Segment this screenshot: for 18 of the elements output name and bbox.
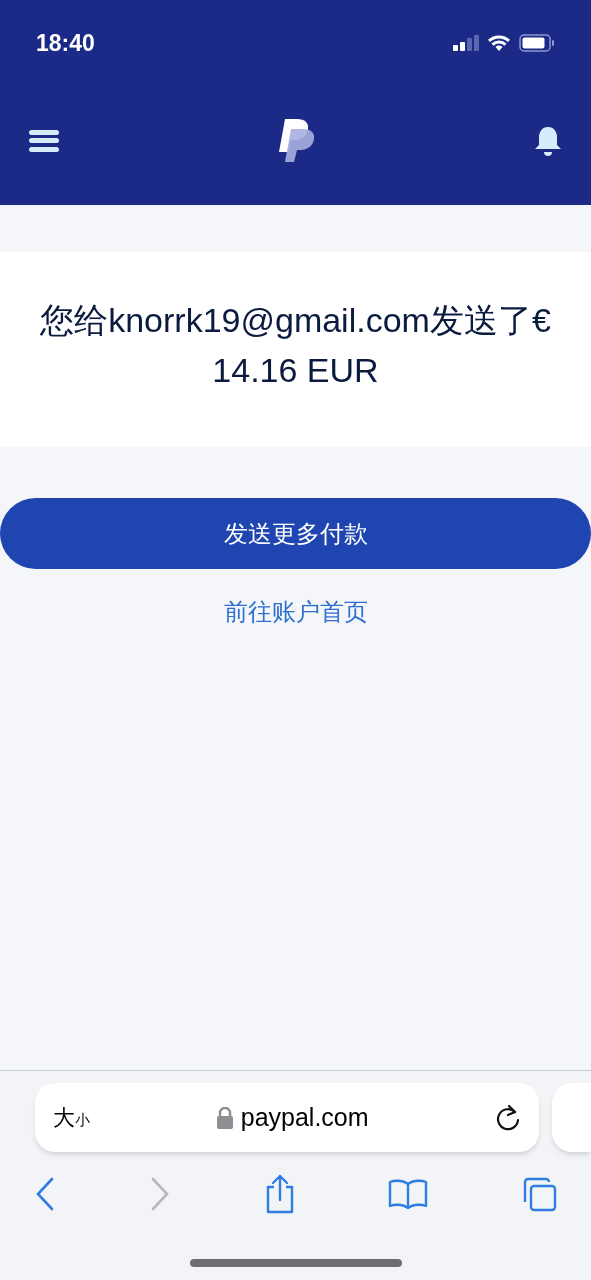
signal-icon <box>453 35 479 51</box>
back-icon[interactable] <box>34 1177 56 1211</box>
tabs-icon[interactable] <box>521 1176 557 1212</box>
address-bar[interactable]: 大小 paypal.com <box>35 1083 540 1152</box>
bookmarks-icon[interactable] <box>388 1178 429 1210</box>
text-size-button[interactable]: 大小 <box>53 1101 90 1134</box>
payment-sent-message: 您给knorrk19@gmail.com发送了€ 14.16 EUR <box>39 299 552 391</box>
logo-icon <box>276 116 317 165</box>
url-text: paypal.com <box>240 1101 369 1133</box>
reload-icon[interactable] <box>495 1103 522 1132</box>
notification-bell-icon[interactable] <box>534 124 562 157</box>
lock-icon <box>216 1106 233 1129</box>
send-more-button[interactable]: 发送更多付款 <box>0 498 591 569</box>
status-time: 18:40 <box>36 28 95 58</box>
wifi-icon <box>487 34 511 52</box>
menu-icon[interactable] <box>29 129 59 152</box>
account-home-link[interactable]: 前往账户首页 <box>223 594 368 630</box>
battery-icon <box>519 34 555 52</box>
